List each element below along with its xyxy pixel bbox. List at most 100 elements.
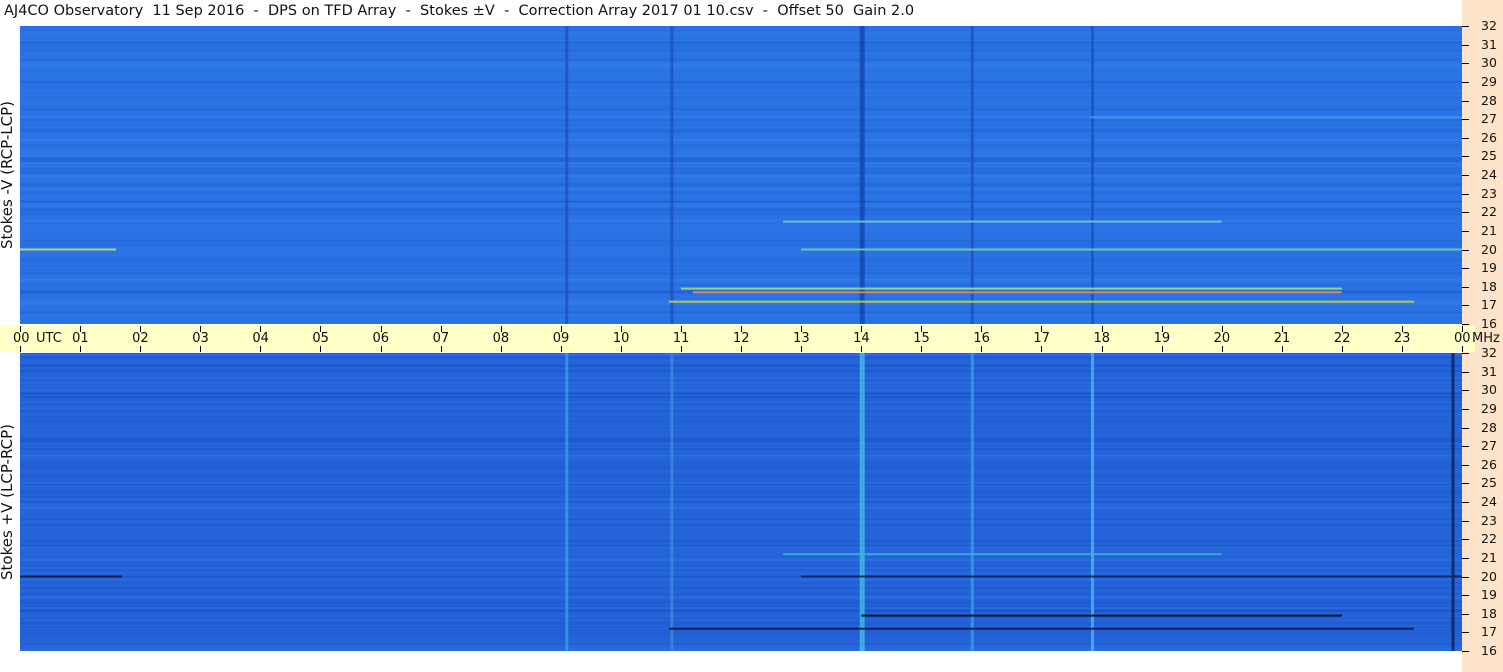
x-tick-mark (1041, 346, 1043, 352)
x-tick-mark (80, 346, 82, 352)
y-tick-mark (1462, 230, 1469, 232)
horizontal-feature-10 (783, 553, 1222, 556)
texture-streak (20, 356, 1462, 358)
texture-streak (20, 376, 1462, 379)
vertical-feature-3 (970, 26, 974, 324)
vertical-feature-2 (859, 26, 865, 324)
y-tick-label: 28 (1481, 419, 1497, 435)
y-tick-mark (1462, 595, 1469, 597)
x-tick-mark (861, 346, 863, 352)
texture-streak (20, 558, 1462, 561)
texture-streak (20, 313, 1462, 316)
texture-streak (20, 481, 1462, 484)
y-tick-mark (1462, 557, 1469, 559)
texture-streak (20, 191, 1462, 194)
texture-streak (20, 503, 1462, 506)
x-tick-label: 22 (1333, 331, 1351, 346)
y-tick-mark (1462, 44, 1469, 46)
y-axis-label-bottom-text: Stokes +V (LCP-RCP) (0, 424, 16, 580)
horizontal-feature-8 (20, 575, 123, 578)
y-tick-label: 25 (1481, 148, 1497, 164)
texture-streak (20, 203, 1462, 205)
vertical-feature-1 (670, 26, 674, 324)
texture-streak (20, 593, 1462, 595)
y-axis-label-bottom: Stokes +V (LCP-RCP) (0, 353, 22, 651)
texture-streak (20, 546, 1462, 549)
texture-streak (20, 472, 1462, 474)
y-tick-label: 26 (1481, 456, 1497, 472)
texture-streak (20, 514, 1462, 516)
x-tick-label: 00 (1454, 331, 1471, 346)
texture-streak (20, 459, 1462, 462)
texture-streak (20, 226, 1462, 227)
texture-streak (20, 491, 1462, 493)
texture-streak (20, 310, 1462, 312)
y-tick-mark (1462, 539, 1469, 541)
texture-streak (20, 437, 1462, 439)
x-tick-label: 18 (1093, 331, 1111, 346)
texture-streak (20, 200, 1462, 203)
y-tick-label: 29 (1481, 73, 1497, 89)
texture-streak (20, 364, 1462, 367)
y-tick-mark (1462, 63, 1469, 65)
y-tick-mark (1462, 156, 1469, 158)
y-tick-label: 28 (1481, 92, 1497, 108)
texture-streak (20, 76, 1462, 79)
y-tick-label: 20 (1481, 568, 1497, 584)
x-tick-label: 17 (1033, 331, 1050, 346)
texture-streak (20, 567, 1462, 570)
y-tick-label: 31 (1481, 36, 1497, 52)
y-tick-label: 19 (1481, 587, 1497, 603)
horizontal-feature-8 (20, 248, 117, 251)
y-tick-label: 16 (1481, 316, 1497, 331)
texture-streak (20, 90, 1462, 92)
y-tick-label: 17 (1481, 297, 1497, 313)
texture-streak (20, 75, 1462, 77)
texture-streak (20, 617, 1462, 619)
texture-streak (20, 454, 1462, 457)
texture-streak (20, 63, 1462, 66)
texture-streak (20, 212, 1462, 213)
x-tick-mark (440, 346, 442, 352)
x-tick-label: 19 (1153, 331, 1171, 346)
texture-streak (20, 41, 1462, 43)
x-tick-mark (1341, 346, 1343, 352)
texture-streak (20, 242, 1462, 244)
texture-streak (20, 631, 1462, 633)
y-tick-mark (1462, 371, 1469, 373)
y-axis-label-top: Stokes -V (RCP-LCP) (0, 26, 22, 324)
y-tick-label: 32 (1481, 18, 1497, 33)
x-tick-mark (560, 346, 562, 352)
texture-streak (20, 587, 1462, 589)
x-tick-label: 23 (1393, 331, 1411, 346)
y-tick-mark (1462, 193, 1469, 195)
x-tick-mark (380, 346, 382, 352)
texture-streak (20, 30, 1462, 31)
y-tick-mark (1462, 464, 1469, 466)
texture-streak (20, 578, 1462, 581)
texture-streak (20, 220, 1462, 222)
y-tick-label: 24 (1481, 494, 1497, 509)
y-tick-mark (1462, 353, 1469, 354)
texture-streak (20, 492, 1462, 494)
texture-streak (20, 138, 1462, 141)
texture-streak (20, 424, 1462, 428)
texture-streak (20, 168, 1462, 170)
texture-streak (20, 98, 1462, 100)
texture-streak (20, 410, 1462, 412)
x-tick-label: 06 (372, 331, 390, 346)
y-tick-label: 17 (1481, 624, 1497, 640)
vertical-feature-4 (1091, 353, 1094, 651)
y-tick-mark (1462, 446, 1469, 448)
y-tick-mark (1462, 175, 1469, 176)
texture-streak (20, 647, 1462, 649)
x-tick-label: 21 (1273, 331, 1291, 346)
texture-streak (20, 244, 1462, 246)
texture-streak (20, 565, 1462, 566)
x-tick-mark (741, 346, 742, 352)
texture-streak (20, 388, 1462, 391)
texture-streak (20, 209, 1462, 211)
y-tick-mark (1462, 390, 1469, 392)
texture-streak (20, 540, 1462, 542)
y-tick-label: 25 (1481, 475, 1497, 491)
